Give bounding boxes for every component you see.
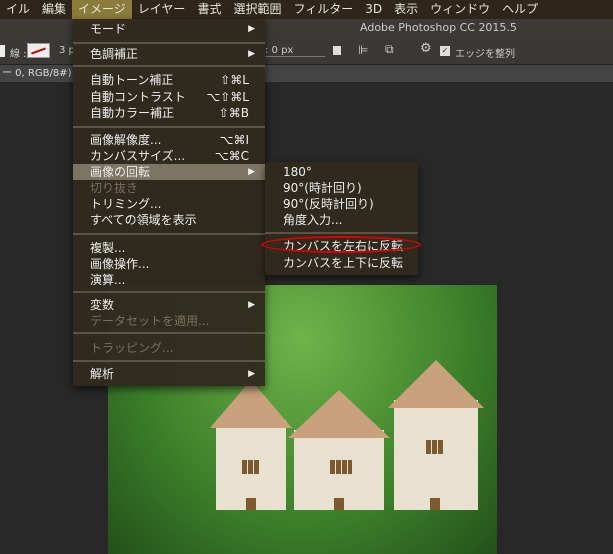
image-rotation-submenu: 180° 90°(時計回り) 90°(反時計回り) 角度入力... カンバスを左… [265, 162, 418, 275]
menu-item-trim[interactable]: トリミング... [73, 196, 265, 212]
menu-item-image-rotation[interactable]: 画像の回転 ▶ [73, 164, 265, 180]
menu-select[interactable]: 選択範囲 [227, 0, 287, 19]
path-operations-icon[interactable] [333, 46, 341, 55]
red-highlight-ellipse [261, 236, 421, 253]
stroke-swatch[interactable] [27, 43, 50, 58]
menu-item-canvas-size[interactable]: カンバスサイズ... ⌥⌘C [73, 148, 265, 164]
submenu-arrow-icon: ▶ [248, 167, 255, 177]
submenu-item-180[interactable]: 180° [265, 164, 418, 180]
submenu-item-flip-vertical[interactable]: カンバスを上下に反転 [265, 255, 418, 271]
image-menu: モード ▶ 色調補正 ▶ 自動トーン補正 ⇧⌘L 自動コントラスト ⌥⇧⌘L 自動カラー… [73, 19, 265, 386]
submenu-arrow-icon: ▶ [248, 24, 255, 34]
window-title: Adobe Photoshop CC 2015.5 [360, 21, 517, 34]
separator [73, 233, 265, 235]
submenu-item-90-cw[interactable]: 90°(時計回り) [265, 180, 418, 196]
menu-3d[interactable]: 3D [359, 0, 388, 19]
submenu-item-arbitrary[interactable]: 角度入力... [265, 212, 418, 228]
menu-item-trap: トラッピング... [90, 341, 174, 355]
menu-edit[interactable]: 編集 [36, 0, 72, 19]
menu-help[interactable]: ヘルプ [496, 0, 544, 19]
menu-item-variables[interactable]: 変数 ▶ [73, 297, 265, 313]
align-edges-checkbox[interactable]: ✓ [440, 46, 450, 56]
separator [73, 332, 265, 334]
menu-item-crop: 切り抜き [90, 181, 139, 195]
menu-image[interactable]: イメージ [72, 0, 132, 19]
menu-type[interactable]: 書式 [191, 0, 227, 19]
menu-item-auto-contrast[interactable]: 自動コントラスト ⌥⇧⌘L [73, 89, 265, 105]
menu-item-duplicate[interactable]: 複製... [73, 240, 265, 256]
separator [73, 126, 265, 128]
menu-item-auto-tone[interactable]: 自動トーン補正 ⇧⌘L [73, 72, 265, 88]
stroke-label: 線 : [10, 49, 27, 60]
separator [73, 65, 265, 67]
submenu-arrow-icon: ▶ [248, 49, 255, 59]
separator [73, 291, 265, 293]
submenu-item-90-ccw[interactable]: 90°(反時計回り) [265, 196, 418, 212]
submenu-arrow-icon: ▶ [248, 300, 255, 310]
menu-item-auto-color[interactable]: 自動カラー補正 ⇧⌘B [73, 105, 265, 121]
separator [265, 232, 418, 234]
path-arrangement-icon[interactable]: ⧉ [385, 42, 394, 57]
submenu-arrow-icon: ▶ [248, 369, 255, 379]
house-middle [288, 390, 390, 510]
separator [73, 360, 265, 362]
gear-icon[interactable]: ⚙ [420, 41, 432, 56]
align-edges-label: エッジを整列 [455, 49, 515, 60]
house-right [388, 360, 484, 510]
path-alignment-icon[interactable]: ⊫ [358, 43, 368, 57]
menu-item-apply-data-set: データセットを適用... [90, 314, 210, 328]
menu-window[interactable]: ウィンドウ [424, 0, 496, 19]
menu-bar: イル 編集 イメージ レイヤー 書式 選択範囲 フィルター 3D 表示 ウィンド… [0, 0, 613, 19]
menu-view[interactable]: 表示 [388, 0, 424, 19]
menu-file[interactable]: イル [0, 0, 36, 19]
menu-item-mode[interactable]: モード ▶ [73, 21, 265, 37]
menu-item-calculations[interactable]: 演算... [73, 272, 265, 288]
menu-item-adjustments[interactable]: 色調補正 ▶ [73, 46, 265, 62]
fill-swatch[interactable] [0, 45, 5, 57]
menu-filter[interactable]: フィルター [287, 0, 359, 19]
menu-item-apply-image[interactable]: 画像操作... [73, 256, 265, 272]
menu-layer[interactable]: レイヤー [132, 0, 192, 19]
separator [73, 42, 265, 44]
menu-item-image-size[interactable]: 画像解像度... ⌥⌘I [73, 132, 265, 148]
menu-item-reveal-all[interactable]: すべての領域を表示 [73, 212, 265, 228]
menu-item-analysis[interactable]: 解析 ▶ [73, 366, 265, 382]
house-left [210, 380, 292, 510]
offset-field[interactable]: : 0 px [265, 45, 325, 57]
